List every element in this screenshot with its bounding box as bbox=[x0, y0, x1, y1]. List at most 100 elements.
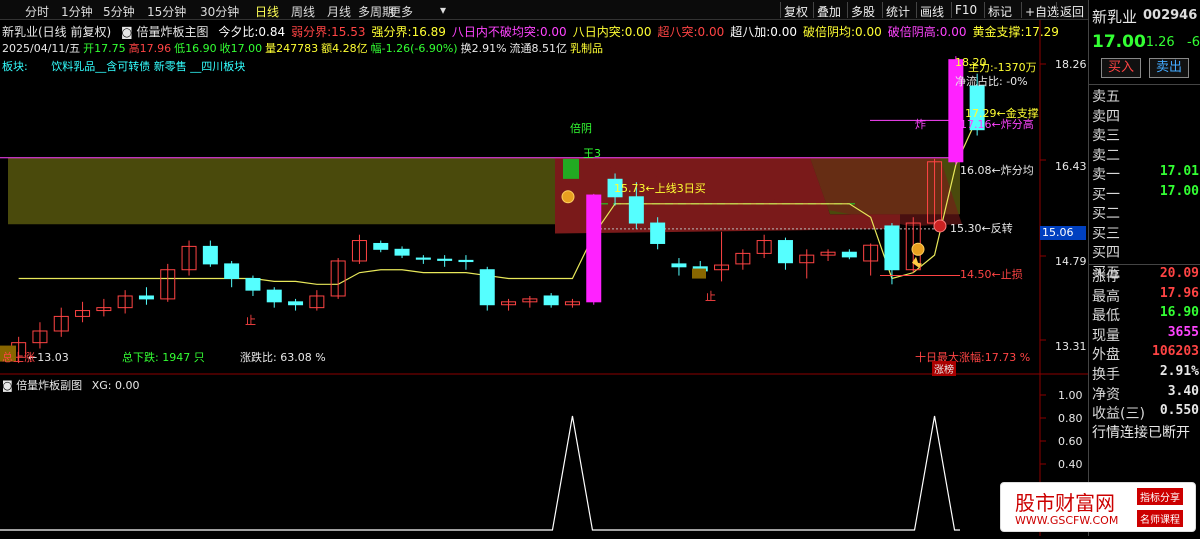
candle-body bbox=[777, 240, 793, 264]
order-book-label: 卖一 bbox=[1092, 167, 1120, 183]
quote-stat-value: 2.91% bbox=[1159, 364, 1199, 379]
period-tab[interactable]: 周线 bbox=[291, 3, 315, 20]
kline-chart-area[interactable] bbox=[0, 20, 1088, 536]
upline-label: 15.73←上线3日买 bbox=[614, 182, 706, 195]
toolbar-button[interactable]: 叠加 bbox=[817, 3, 841, 20]
quote-stat-row: 现量 3655 bbox=[1089, 325, 1200, 344]
candle-body bbox=[266, 289, 282, 303]
indicator-value: 强分界:16.89 bbox=[372, 25, 446, 39]
quote-stat-label: 收益(三) bbox=[1092, 406, 1145, 423]
stock-title: 新乳业(日线 前复权) bbox=[2, 25, 112, 39]
indicator-value: 超八突:0.00 bbox=[657, 25, 724, 39]
quote-panel: 新乳业 002946 17.00 -1.26 -6 买入 卖出 卖五 卖四 卖三 卖二… bbox=[1088, 0, 1200, 536]
toolbar-button[interactable]: 多股 bbox=[851, 3, 875, 20]
indicator-name[interactable]: 倍量炸板主图 bbox=[137, 25, 209, 39]
bottom-marker bbox=[692, 268, 706, 279]
indicator-value: 超八加:0.00 bbox=[730, 25, 797, 39]
quote-stat-row: 涨停 20.09 bbox=[1089, 266, 1200, 285]
sub-axis-tick: 0.40 bbox=[1058, 458, 1083, 471]
indicator-value: 破倍阴均:0.00 bbox=[803, 25, 882, 39]
stop-mark-1: 止 bbox=[245, 314, 256, 327]
xg-signal-line bbox=[0, 415, 960, 531]
period-tab[interactable]: 1分钟 bbox=[61, 3, 93, 20]
quote-field: 乳制品 bbox=[570, 42, 604, 55]
toolbar-divider bbox=[882, 2, 883, 18]
candle-body bbox=[650, 222, 666, 244]
indicator-value-label: 破倍阴高: bbox=[887, 25, 940, 39]
candle-body bbox=[458, 259, 474, 263]
toolbar-button[interactable]: 统计 bbox=[886, 3, 910, 20]
watermark-url: WWW.GSCFW.COM bbox=[1015, 514, 1119, 527]
quote-stat-value: 17.96 bbox=[1159, 285, 1199, 301]
sub-axis-tick: 0.80 bbox=[1058, 412, 1083, 425]
explode-high-label: 17.16←炸分高 bbox=[960, 118, 1034, 131]
order-book-label: 卖二 bbox=[1092, 147, 1120, 164]
quote-field: 收17.00 bbox=[219, 42, 263, 55]
sub-dropdown-icon[interactable]: ◙ bbox=[2, 379, 13, 392]
indicator-value-number: 0.00 bbox=[624, 25, 652, 39]
period-tab[interactable]: 月线 bbox=[327, 3, 351, 20]
toolbar-button[interactable]: +自选 bbox=[1025, 3, 1059, 20]
candle-body bbox=[394, 248, 410, 256]
period-tab[interactable]: 更多 bbox=[389, 3, 413, 20]
quote-field: 幅-1.26(-6.90%) bbox=[370, 42, 458, 55]
quote-stat-label: 净资 bbox=[1092, 386, 1120, 403]
indicator-value-label: 今夕比: bbox=[218, 25, 259, 39]
watermark-title: 股市财富网 bbox=[1015, 491, 1115, 515]
candle-body bbox=[138, 295, 154, 300]
current-price-tag: 15.06 bbox=[1040, 226, 1086, 240]
period-tab[interactable]: 日线 bbox=[255, 3, 279, 20]
coin-icon bbox=[911, 242, 925, 256]
indicator-value-number: 15.53 bbox=[331, 25, 366, 39]
quote-stat-row: 最低 16.90 bbox=[1089, 305, 1200, 324]
toolbar-divider bbox=[984, 2, 985, 18]
sector-list[interactable]: 饮料乳品__含可转债 新零售 __四川板块 bbox=[51, 60, 245, 73]
net-flow-ratio: 净流占比: -0% bbox=[955, 75, 1028, 88]
quote-stat-label: 涨停 bbox=[1092, 269, 1120, 285]
period-tab[interactable]: 30分钟 bbox=[200, 3, 239, 20]
indicator-value: 弱分界:15.53 bbox=[291, 25, 365, 39]
toolbar-button[interactable]: 复权 bbox=[784, 3, 808, 20]
candle-body bbox=[245, 277, 261, 291]
coin-icon bbox=[561, 190, 575, 204]
indicator-value-label: 八日内不破均突: bbox=[451, 25, 540, 39]
indicator-value-label: 超八加: bbox=[730, 25, 771, 39]
side-stock-code: 002946 bbox=[1143, 8, 1198, 23]
candle-body bbox=[479, 269, 495, 306]
explode-mark: 炸 bbox=[915, 118, 926, 131]
order-book-label: 卖五 bbox=[1092, 89, 1120, 105]
indicator-dropdown-icon[interactable]: ◙ bbox=[121, 25, 133, 39]
side-divider bbox=[1089, 264, 1200, 265]
chart-header-line2: 2025/04/11/五 开17.75 高17.96 低16.90 收17.00 量247… bbox=[2, 40, 606, 56]
quote-stat-value: 0.550 bbox=[1159, 403, 1199, 419]
sell-button[interactable]: 卖出 bbox=[1149, 58, 1189, 78]
candle-body bbox=[288, 301, 304, 306]
indicator-value-label: 强分界: bbox=[371, 25, 412, 39]
top-gainers-badge[interactable]: 涨榜 bbox=[932, 361, 956, 376]
sub-indicator-name[interactable]: 倍量炸板副图 bbox=[16, 379, 82, 392]
quote-stat-value: 3.40 bbox=[1167, 383, 1199, 399]
sub-axis-tick: 0.60 bbox=[1058, 435, 1083, 448]
quote-stat-value: 3655 bbox=[1167, 324, 1199, 340]
order-book-row: 卖三 bbox=[1089, 125, 1200, 144]
quote-field: 额4.28亿 bbox=[321, 42, 368, 55]
quote-stat-label: 现量 bbox=[1092, 327, 1120, 344]
period-tab[interactable]: 5分钟 bbox=[103, 3, 135, 20]
period-tab[interactable]: 15分钟 bbox=[147, 3, 186, 20]
toolbar-button[interactable]: F10 bbox=[955, 3, 977, 17]
stop-loss-label: 14.50←止损 bbox=[960, 268, 1023, 281]
toolbar-divider bbox=[1021, 2, 1022, 18]
kline-svg[interactable] bbox=[0, 20, 1088, 536]
toolbar-button[interactable]: 返回 bbox=[1060, 3, 1084, 20]
toolbar-button[interactable]: 标记 bbox=[988, 3, 1012, 20]
buy-button[interactable]: 买入 bbox=[1101, 58, 1141, 78]
toolbar-divider bbox=[1056, 2, 1057, 18]
quote-stat-row: 外盘 106203 bbox=[1089, 344, 1200, 363]
toolbar-button[interactable]: 画线 bbox=[920, 3, 944, 20]
candle-body bbox=[884, 225, 900, 271]
watermark-banner: 股市财富网 WWW.GSCFW.COM 指标分享 名师课程 bbox=[1000, 482, 1196, 532]
indicator-value-number: 0.00 bbox=[539, 25, 567, 39]
period-more-arrow-icon[interactable]: ▾ bbox=[440, 3, 446, 17]
period-tab[interactable]: 分时 bbox=[25, 3, 49, 20]
indicator-value-number: 17.29 bbox=[1024, 25, 1059, 39]
